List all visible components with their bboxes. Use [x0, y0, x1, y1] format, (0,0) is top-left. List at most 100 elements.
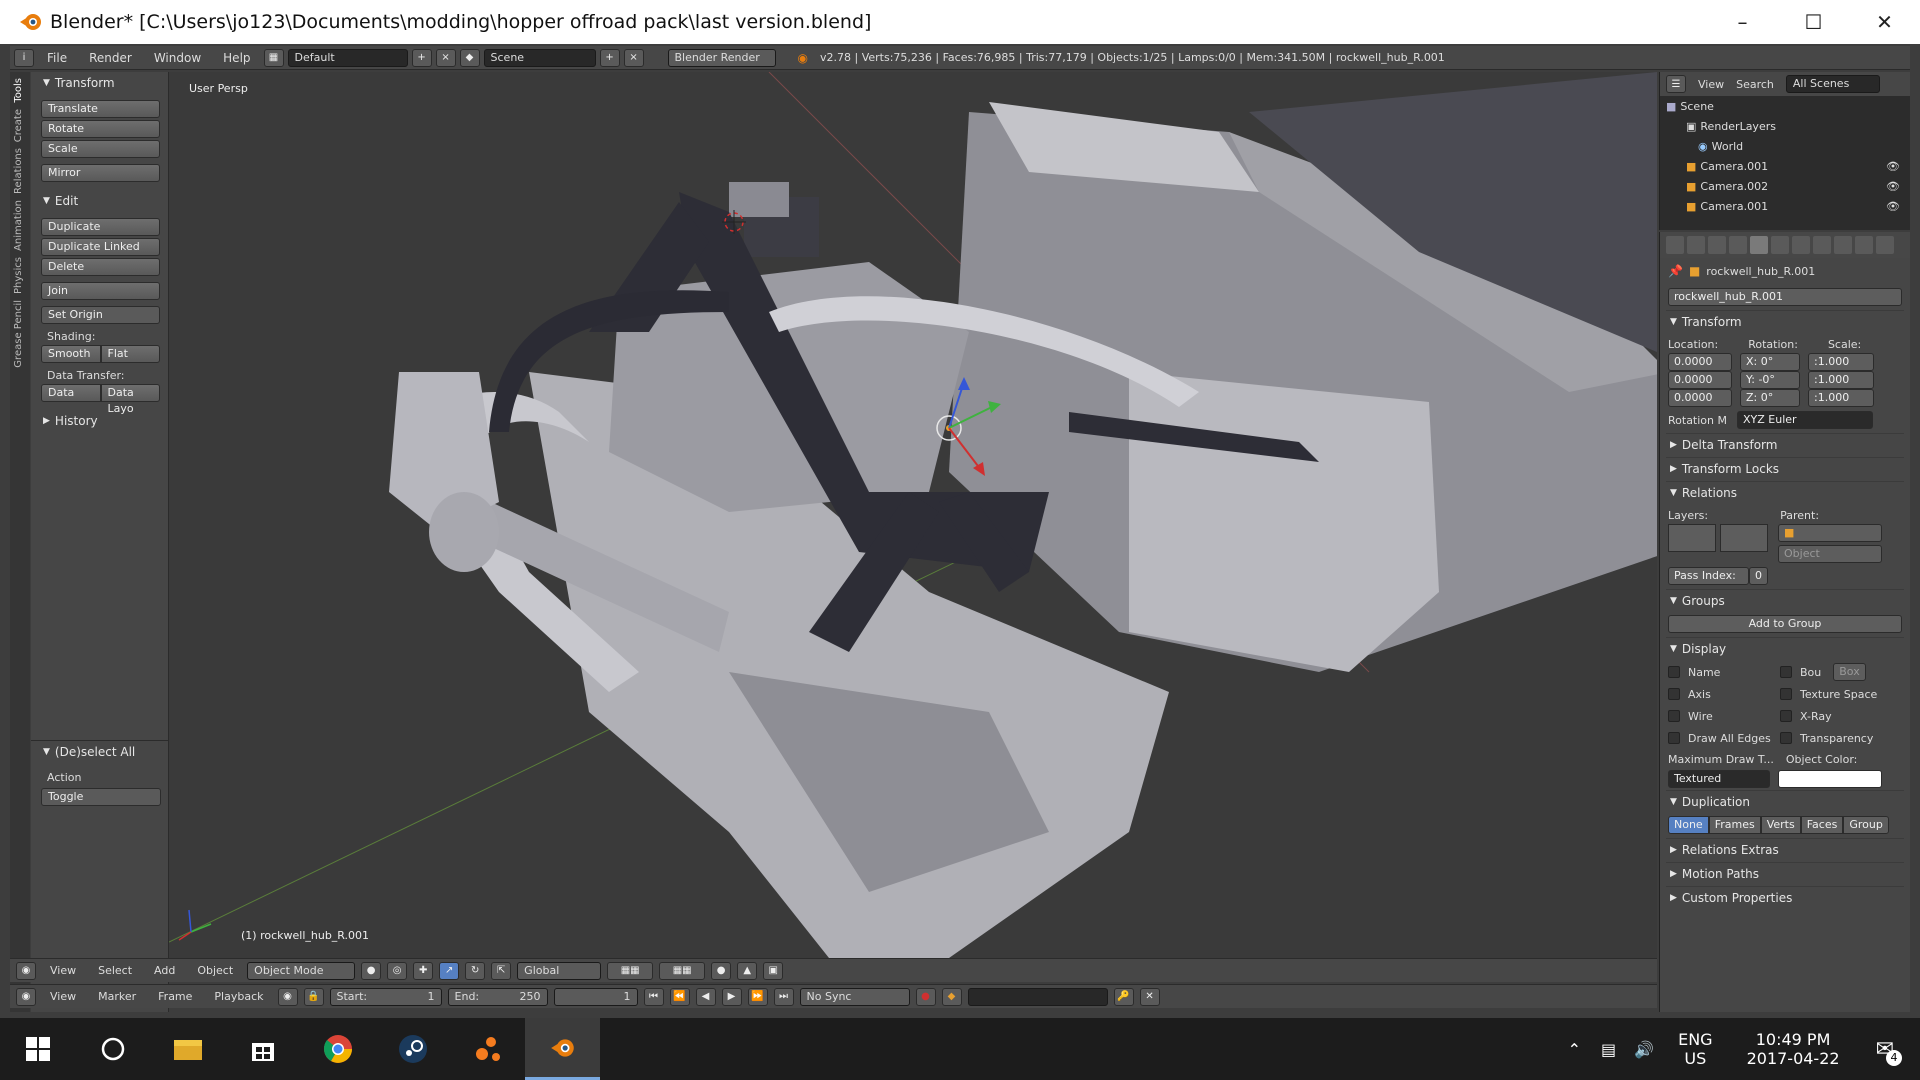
record-icon[interactable]: ● [915, 987, 936, 1006]
keyframe-icon[interactable]: ◆ [941, 987, 962, 1006]
timeline-menu-playback[interactable]: Playback [206, 990, 271, 1003]
dup-verts-tab[interactable]: Verts [1760, 816, 1801, 834]
delete-key-icon[interactable]: ✕ [1139, 987, 1160, 1006]
transform-section-header[interactable]: ▼ Transform [1666, 310, 1904, 332]
custom-properties-header[interactable]: ▶ Custom Properties [1666, 886, 1904, 908]
render-engine-select[interactable]: Blender Render [667, 48, 776, 67]
motion-paths-header[interactable]: ▶ Motion Paths [1666, 862, 1904, 884]
outliner-item[interactable]: ■ Camera.002 👁 [1660, 176, 1910, 196]
bounds-type-select[interactable]: Box [1833, 663, 1866, 681]
maximize-button[interactable]: ☐ [1778, 0, 1849, 44]
layers-grid-a[interactable] [1668, 524, 1716, 552]
menu-window[interactable]: Window [145, 51, 210, 65]
relations-header[interactable]: ▼ Relations [1666, 481, 1904, 503]
chevron-up-icon[interactable]: ⌃ [1568, 1040, 1581, 1059]
editor-type-icon[interactable]: i [14, 48, 34, 67]
store-button[interactable] [225, 1018, 300, 1080]
action-center-button[interactable]: ✉ 4 [1876, 1037, 1902, 1066]
transparency-checkbox[interactable]: Transparency [1780, 727, 1900, 749]
display-header[interactable]: ▼ Display [1666, 637, 1904, 659]
transform-locks-header[interactable]: ▶ Transform Locks [1666, 457, 1904, 479]
location-z-field[interactable]: 0.0000 [1668, 389, 1732, 407]
scene-icon[interactable]: ◆ [459, 48, 480, 67]
display-name-checkbox[interactable]: Name [1668, 661, 1780, 683]
scale-z-field[interactable]: :1.000 [1808, 389, 1874, 407]
time-icon[interactable]: ◉ [277, 987, 298, 1006]
data-button[interactable]: Data [41, 384, 101, 402]
data-layout-button[interactable]: Data Layo [100, 384, 160, 415]
play-reverse-icon[interactable]: ◀ [695, 987, 716, 1006]
render-layers-tab-icon[interactable] [1687, 236, 1705, 254]
snap-icon[interactable]: ▲ [737, 961, 758, 980]
rotation-mode-select[interactable]: XYZ Euler [1737, 411, 1873, 429]
tab-relations[interactable]: Relations [13, 148, 24, 194]
set-origin-select[interactable]: Set Origin [41, 306, 160, 324]
remove-scene-icon[interactable]: × [623, 48, 644, 67]
flat-button[interactable]: Flat [100, 345, 160, 363]
editor-type-icon[interactable]: ◉ [16, 987, 36, 1006]
display-wire-checkbox[interactable]: Wire [1668, 705, 1780, 727]
visibility-eye-icon[interactable]: 👁 [1886, 180, 1900, 193]
sync-mode-select[interactable]: No Sync [799, 987, 910, 1006]
join-button[interactable]: Join [41, 282, 160, 300]
3d-scene[interactable] [169, 72, 1657, 958]
outliner-item[interactable]: ◉ World [1660, 136, 1910, 156]
duplication-header[interactable]: ▼ Duplication [1666, 790, 1904, 812]
file-explorer-button[interactable] [150, 1018, 225, 1080]
object-color-swatch[interactable] [1778, 770, 1882, 788]
scene-field[interactable]: Scene [483, 48, 596, 67]
scale-manipulator-icon[interactable]: ⇱ [491, 961, 512, 980]
tab-tools[interactable]: Tools [13, 78, 24, 103]
parent-type-select[interactable]: Object [1778, 545, 1882, 563]
add-to-group-button[interactable]: Add to Group [1668, 615, 1902, 633]
editor-type-icon[interactable]: ◉ [16, 961, 36, 980]
smooth-button[interactable]: Smooth [41, 345, 101, 363]
x-ray-checkbox[interactable]: X-Ray [1780, 705, 1900, 727]
material-tab-icon[interactable] [1834, 236, 1852, 254]
rotation-z-field[interactable]: Z: 0° [1740, 389, 1800, 407]
outliner-item[interactable]: ■ Camera.001 👁 [1660, 196, 1910, 216]
rotate-button[interactable]: Rotate [41, 120, 160, 138]
menu-object[interactable]: Object [189, 964, 241, 977]
add-screen-icon[interactable]: + [411, 48, 432, 67]
pin-icon[interactable]: 📌 [1668, 264, 1683, 278]
tab-create[interactable]: Create [13, 109, 24, 142]
object-tab-icon[interactable] [1750, 236, 1768, 254]
object-name-field[interactable]: rockwell_hub_R.001 [1668, 288, 1902, 306]
texture-tab-icon[interactable] [1855, 236, 1873, 254]
parent-field[interactable]: ■ [1778, 524, 1882, 542]
modifiers-tab-icon[interactable] [1792, 236, 1810, 254]
insert-key-icon[interactable]: 🔑 [1113, 987, 1134, 1006]
render-tab-icon[interactable] [1666, 236, 1684, 254]
play-icon[interactable]: ▶ [721, 987, 742, 1006]
delete-button[interactable]: Delete [41, 258, 160, 276]
keying-set-field[interactable] [967, 987, 1108, 1006]
location-y-field[interactable]: 0.0000 [1668, 371, 1732, 389]
rotation-y-field[interactable]: Y: -0° [1740, 371, 1800, 389]
prev-key-icon[interactable]: ⏪ [669, 987, 690, 1006]
outliner-item[interactable]: ■ Scene [1660, 96, 1910, 116]
viewport-shading-icon[interactable]: ● [361, 961, 382, 980]
lock-icon[interactable]: ● [711, 961, 732, 980]
visibility-eye-icon[interactable]: 👁 [1886, 200, 1900, 213]
pass-index-label[interactable]: Pass Index: [1668, 567, 1749, 585]
relations-extras-header[interactable]: ▶ Relations Extras [1666, 838, 1904, 860]
steam-button[interactable] [375, 1018, 450, 1080]
dup-none-tab[interactable]: None [1668, 816, 1709, 834]
3d-viewport[interactable]: User Persp (1) rockwell_hub_R.001 [169, 72, 1657, 958]
visibility-eye-icon[interactable]: 👁 [1886, 160, 1900, 173]
outliner-menu-search[interactable]: Search [1736, 78, 1774, 91]
outliner-item[interactable]: ■ Camera.001 👁 [1660, 156, 1910, 176]
start-button[interactable] [0, 1018, 75, 1080]
minimize-button[interactable]: – [1707, 0, 1778, 44]
render-icon[interactable]: ▣ [763, 961, 784, 980]
origin-app-button[interactable] [450, 1018, 525, 1080]
scale-x-field[interactable]: :1.000 [1808, 353, 1874, 371]
scale-y-field[interactable]: :1.000 [1808, 371, 1874, 389]
duplicate-linked-button[interactable]: Duplicate Linked [41, 238, 160, 256]
current-frame-field[interactable]: 1 [553, 987, 638, 1006]
blender-taskbar-button[interactable] [525, 1018, 600, 1080]
history-panel-header[interactable]: ▶ History [31, 410, 168, 432]
groups-header[interactable]: ▼ Groups [1666, 589, 1904, 611]
layers-grid-b[interactable] [1720, 524, 1768, 552]
